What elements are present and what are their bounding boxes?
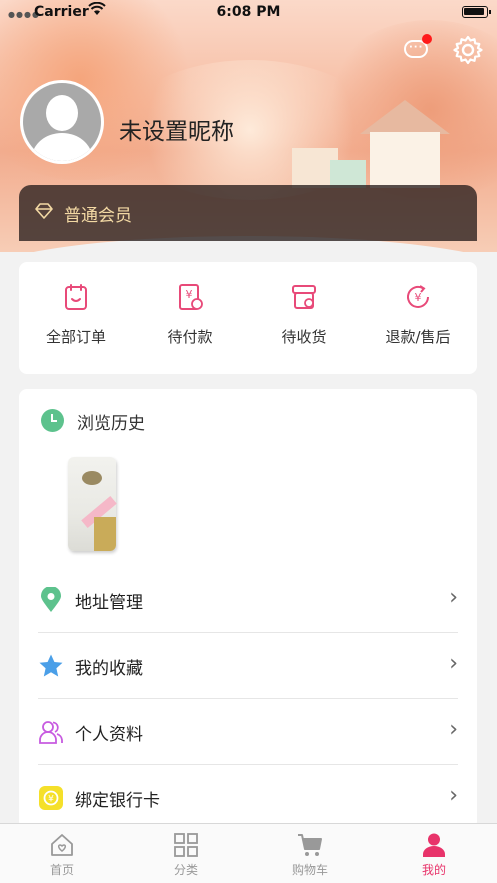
history-product-thumbnail[interactable] — [68, 457, 117, 551]
gear-icon — [453, 35, 483, 65]
background-house — [360, 100, 450, 134]
history-title: 浏览历史 — [77, 414, 145, 434]
bank-card-icon: ¥ — [39, 786, 63, 810]
default-avatar-icon — [23, 83, 101, 161]
refund-icon: ¥ — [407, 285, 429, 308]
chat-dots-icon: ··· — [409, 42, 424, 53]
order-to-receive-label: 待收货 — [281, 328, 327, 346]
order-refund-label: 退款/售后 — [385, 328, 451, 346]
home-icon — [51, 834, 73, 856]
menu-item-label: 我的收藏 — [75, 659, 143, 679]
background-house — [330, 160, 366, 188]
history-menu-card: 浏览历史 地址管理 › 我的收藏 › 个人资料 › ¥ 绑定银行卡 › — [19, 389, 477, 829]
notification-dot — [422, 34, 432, 44]
tab-home[interactable]: 首页 — [0, 832, 124, 878]
chevron-right-icon: › — [449, 783, 458, 808]
messages-button[interactable]: ··· — [402, 34, 432, 64]
tab-category[interactable]: 分类 — [124, 832, 248, 878]
menu-item-label: 个人资料 — [75, 725, 143, 745]
order-refund-button[interactable]: ¥ 退款/售后 — [361, 282, 475, 347]
menu-item-label: 地址管理 — [75, 593, 143, 613]
battery-icon — [462, 6, 491, 18]
payment-icon: ¥ — [179, 284, 203, 310]
location-pin-icon — [41, 587, 61, 612]
people-icon — [39, 721, 63, 744]
tab-bar: 首页 分类 购物车 我的 — [0, 823, 497, 883]
order-all-button[interactable]: 全部订单 — [19, 282, 133, 347]
user-icon — [423, 833, 445, 857]
menu-item-address[interactable]: 地址管理 › — [38, 567, 458, 633]
clock-time: 6:08 PM — [216, 4, 281, 20]
clock-icon — [41, 409, 64, 432]
member-level-label: 普通会员 — [64, 206, 132, 226]
tab-cart[interactable]: 购物车 — [248, 832, 372, 878]
status-bar: ●●●● Carrier 6:08 PM — [0, 0, 497, 26]
background-house — [370, 132, 440, 188]
menu-item-label: 绑定银行卡 — [75, 791, 160, 811]
tab-mine[interactable]: 我的 — [372, 832, 496, 878]
svg-text:¥: ¥ — [48, 795, 54, 805]
clipboard-icon — [65, 284, 87, 310]
order-unpaid-label: 待付款 — [167, 328, 213, 346]
chevron-right-icon: › — [449, 585, 458, 610]
diamond-icon — [35, 203, 53, 223]
order-all-label: 全部订单 — [45, 328, 106, 346]
settings-button[interactable] — [453, 35, 483, 65]
avatar[interactable] — [20, 80, 104, 164]
tab-label: 我的 — [421, 863, 446, 877]
order-to-receive-button[interactable]: 待收货 — [247, 282, 361, 347]
orders-card: 全部订单 ¥ 待付款 待收货 ¥ 退款/售后 — [19, 262, 477, 374]
star-icon — [39, 654, 63, 677]
chevron-right-icon: › — [449, 651, 458, 676]
svg-text:¥: ¥ — [415, 291, 422, 304]
order-unpaid-button[interactable]: ¥ 待付款 — [133, 282, 247, 347]
menu-item-favorites[interactable]: 我的收藏 › — [38, 633, 458, 699]
tab-label: 分类 — [173, 863, 198, 877]
nickname[interactable]: 未设置昵称 — [119, 112, 234, 146]
package-icon — [292, 285, 316, 309]
member-level-bar[interactable]: 普通会员 — [19, 185, 477, 241]
chevron-right-icon: › — [449, 717, 458, 742]
tab-label: 首页 — [49, 863, 74, 877]
svg-text:¥: ¥ — [186, 288, 193, 301]
tab-label: 购物车 — [291, 863, 328, 877]
grid-icon — [174, 833, 198, 857]
menu-item-bank-card[interactable]: ¥ 绑定银行卡 › — [38, 765, 458, 831]
menu-item-profile[interactable]: 个人资料 › — [38, 699, 458, 765]
cart-icon — [298, 834, 322, 856]
